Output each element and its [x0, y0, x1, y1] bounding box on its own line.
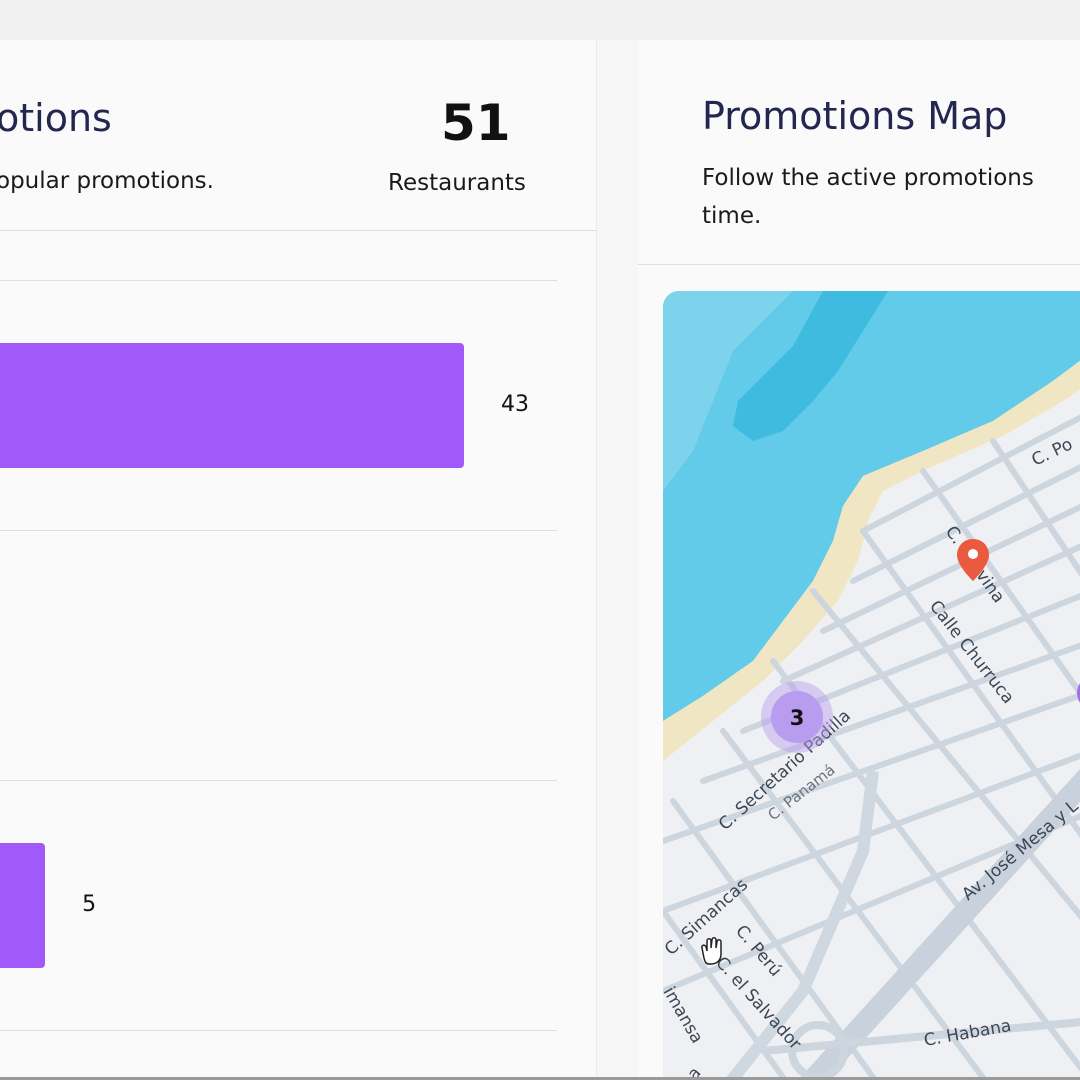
chart-gridline — [0, 280, 557, 281]
chart-bar-1[interactable] — [0, 343, 464, 468]
promotions-panel-subtitle: opular promotions. — [0, 168, 214, 194]
restaurants-count: 51 — [441, 94, 511, 152]
top-band — [0, 0, 1080, 40]
chart-gridline — [0, 780, 557, 781]
promotions-map-subtitle-line2: time. — [702, 203, 762, 229]
chart-bar-2[interactable] — [0, 843, 46, 968]
promotions-panel-title: otions — [0, 96, 112, 140]
cluster-count: 3 — [790, 706, 805, 730]
chart-bar-2-label: 5 — [82, 891, 97, 917]
promotions-map[interactable]: C. Po C. Gravina Calle Churruca C. Secre… — [663, 291, 1080, 1080]
map-divider — [638, 264, 1080, 265]
promotions-map-subtitle-line1: Follow the active promotions — [702, 165, 1034, 191]
map-cluster-marker[interactable]: 3 — [761, 681, 833, 753]
chart-bar-1-label: 43 — [501, 391, 529, 417]
restaurants-label: Restaurants — [388, 170, 526, 196]
divider — [0, 230, 597, 231]
chart-gridline — [0, 1030, 557, 1031]
promotions-map-title: Promotions Map — [702, 94, 1008, 138]
chart-gridline — [0, 530, 557, 531]
